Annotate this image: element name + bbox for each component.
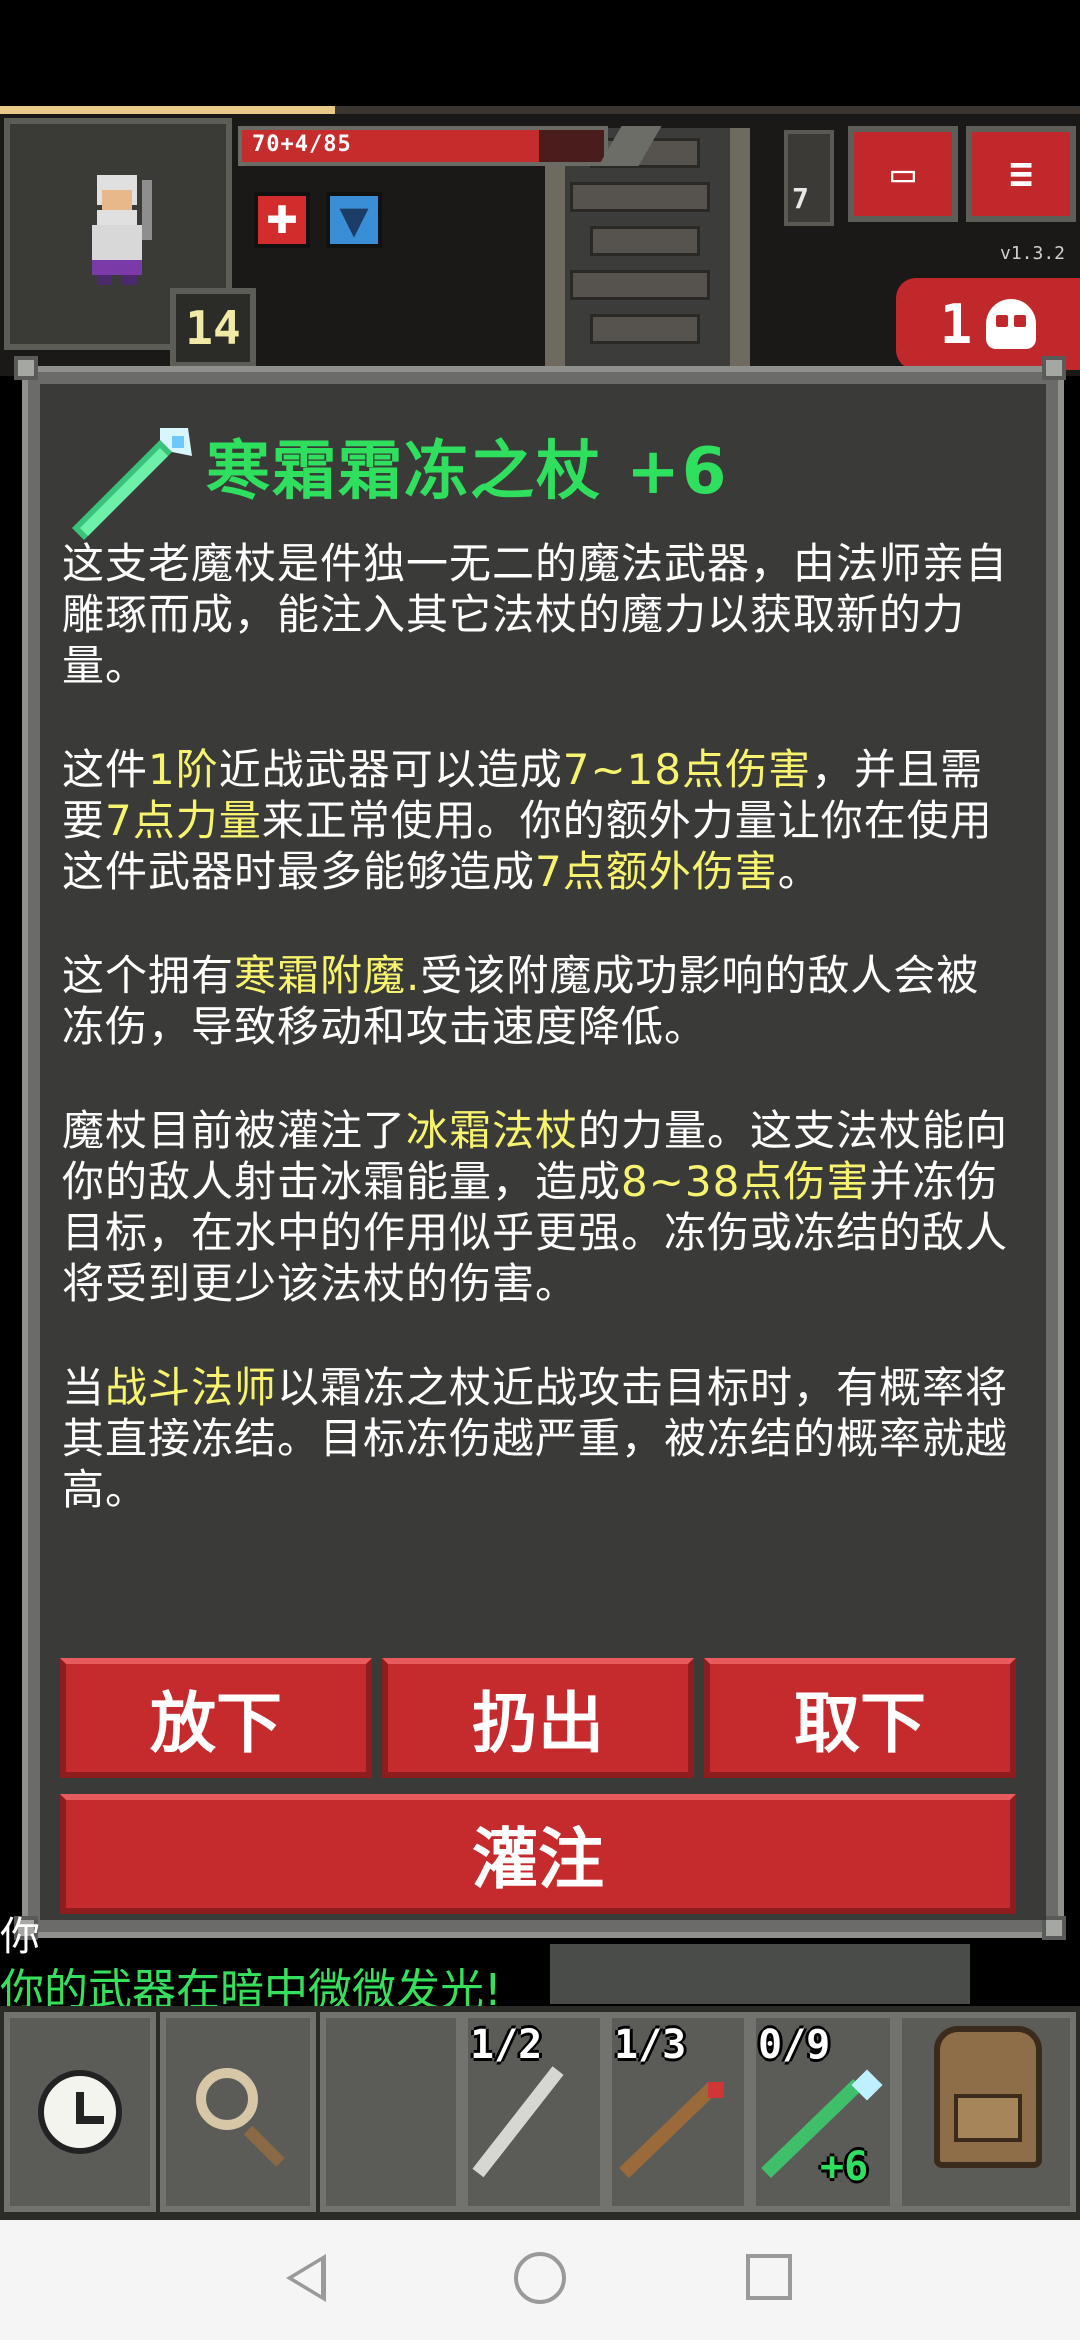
menu-icon: ≡ <box>1008 151 1034 197</box>
backpack-icon-pocket <box>954 2094 1022 2142</box>
version-label: v1.3.2 <box>1000 243 1066 264</box>
item-title: 寒霜霜冻之杖 +6 <box>206 435 729 509</box>
window-corner <box>1042 356 1066 380</box>
description-paragraph: 当战斗法师以霜冻之杖近战攻击目标时，有概率将其直接冻结。目标冻伤越严重，被冻结的… <box>62 1363 1009 1514</box>
frost-staff-icon <box>72 428 192 540</box>
drop-button[interactable]: 放下 <box>60 1658 372 1778</box>
status-bar-area <box>0 0 1080 108</box>
health-text: 70+4/85 <box>252 132 352 157</box>
description-paragraph: 这个拥有寒霜附魔.受该附魔成功影响的敌人会被冻伤，导致移动和攻击速度降低。 <box>62 951 980 1051</box>
item-description: 这支老魔杖是件独一无二的魔法武器，由法师亲自雕琢而成，能注入其它法杖的魔力以获取… <box>62 538 1022 1568</box>
unequip-button[interactable]: 取下 <box>704 1658 1016 1778</box>
window-corner <box>14 356 38 380</box>
description-paragraph: 这支老魔杖是件独一无二的魔法武器，由法师亲自雕琢而成，能注入其它法杖的魔力以获取… <box>62 539 1009 690</box>
search-icon <box>196 2068 258 2130</box>
key-count: 7 <box>792 182 809 215</box>
dungeon-pillar <box>730 128 750 374</box>
health-regen-buff-icon[interactable]: ✚ <box>254 192 310 248</box>
wand-charges: 1/3 <box>614 2022 687 2068</box>
home-icon[interactable] <box>514 2252 566 2304</box>
imbue-button[interactable]: 灌注 <box>60 1794 1016 1914</box>
journal-icon: ▭ <box>890 151 916 197</box>
enemy-count: 1 <box>939 292 973 356</box>
back-icon-inner <box>293 2261 321 2295</box>
shield-buff-icon[interactable]: ▼ <box>326 192 382 248</box>
throw-button[interactable]: 扔出 <box>382 1658 694 1778</box>
quickslot-empty[interactable] <box>320 2012 462 2212</box>
item-level: +6 <box>820 2144 869 2190</box>
description-paragraph: 魔杖目前被灌注了冰霜法杖的力量。这支法杖能向你的敌人射击冰霜能量，造成8~38点… <box>62 1106 1009 1308</box>
health-bar: 70+4/85 <box>238 126 608 166</box>
menu-button[interactable]: ≡ <box>966 126 1076 222</box>
wand-charges: 1/2 <box>470 2022 543 2068</box>
skull-icon <box>986 299 1037 349</box>
wand-charges: 0/9 <box>758 2022 831 2068</box>
description-paragraph: 这件1阶近战武器可以造成7~18点伤害，并且需要7点力量来正常使用。你的额外力量… <box>62 745 993 896</box>
dungeon-depth-badge: 14 <box>170 288 256 368</box>
mage-hero-sprite <box>92 175 152 285</box>
dungeon-floor <box>550 1944 970 2004</box>
recent-apps-icon[interactable] <box>746 2254 792 2300</box>
wand-icon-tip <box>708 2082 724 2098</box>
journal-button[interactable]: ▭ <box>848 126 958 222</box>
xp-bar-fill <box>0 106 335 114</box>
clock-hand <box>76 2116 104 2124</box>
